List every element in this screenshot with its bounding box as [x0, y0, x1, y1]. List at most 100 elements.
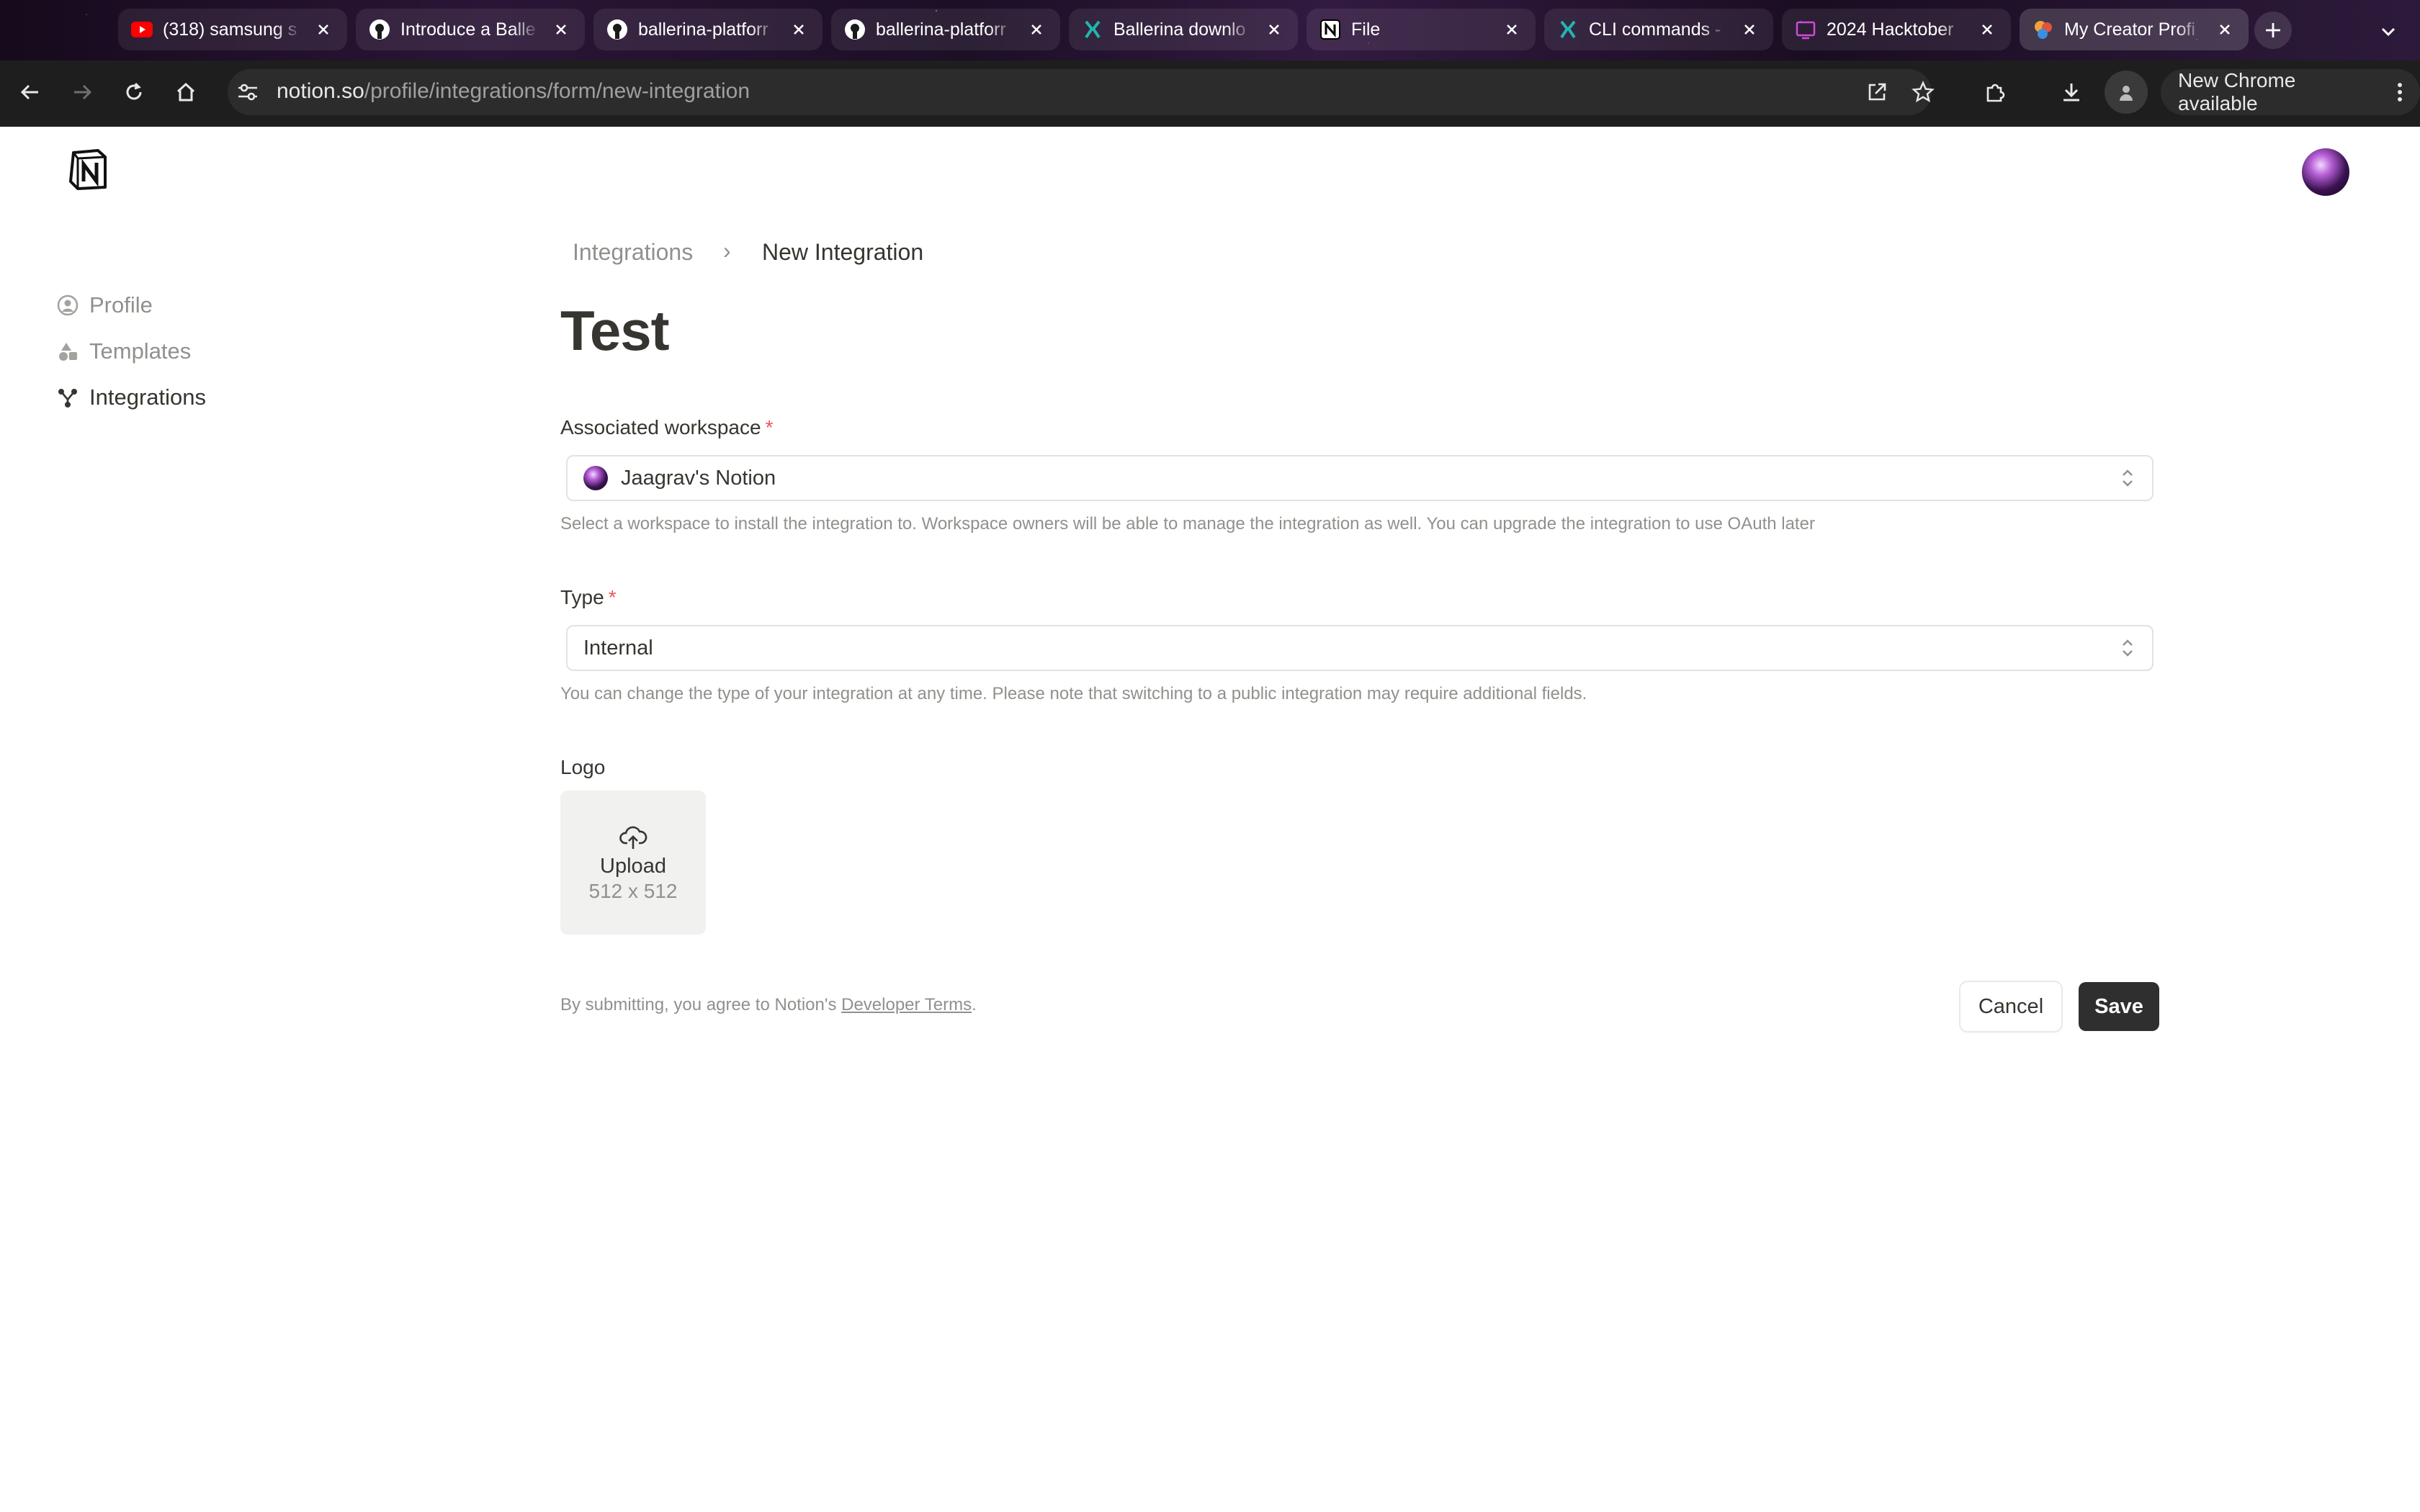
- required-mark: *: [608, 586, 617, 608]
- external-link-icon: [1868, 83, 1886, 101]
- star-icon: [1912, 81, 1935, 103]
- tab-title: 2024 Hacktober: [1827, 19, 1954, 40]
- breadcrumb-separator: ›: [723, 238, 731, 264]
- page-title[interactable]: Test: [560, 298, 670, 364]
- close-icon[interactable]: [1263, 19, 1285, 40]
- site-info-button[interactable]: [235, 79, 261, 105]
- close-icon[interactable]: [1739, 19, 1760, 40]
- logo-upload-button[interactable]: Upload 512 x 512: [560, 791, 706, 935]
- logo-label: Logo: [560, 756, 606, 778]
- workspace-icon: [583, 466, 608, 490]
- open-in-app-button[interactable]: [1855, 71, 1899, 114]
- hacktoberfest-icon: [1795, 19, 1816, 40]
- tab-title: My Creator Profi: [2064, 19, 2195, 40]
- bookmark-button[interactable]: [1901, 71, 1945, 114]
- close-icon[interactable]: [550, 19, 572, 40]
- workspace-label: Associated workspace *: [560, 416, 773, 439]
- downloads-button[interactable]: [2050, 71, 2093, 114]
- tab-title: Introduce a Balle: [400, 19, 536, 40]
- sidebar-item-label: Integrations: [89, 384, 206, 410]
- youtube-icon: [131, 19, 153, 40]
- profile-avatar-icon: [2120, 86, 2133, 101]
- browser-tab-active[interactable]: My Creator Profi: [2020, 9, 2249, 50]
- url-path: /profile/integrations/form/new-integrati…: [364, 79, 750, 103]
- workspace-value: Jaagrav's Notion: [621, 466, 776, 490]
- reload-icon: [126, 82, 142, 100]
- more-vert-icon: [2398, 83, 2403, 102]
- browser-tab[interactable]: Introduce a Balle: [356, 9, 585, 50]
- breadcrumb-current: New Integration: [762, 239, 924, 265]
- chrome-profile-button[interactable]: [2105, 71, 2148, 114]
- chrome-update-button[interactable]: New Chrome available: [2161, 69, 2420, 115]
- type-label: Type *: [560, 586, 617, 609]
- notion-creator-icon: [2033, 19, 2054, 40]
- tab-title: (318) samsung s: [163, 19, 297, 40]
- workspace-label-text: Associated workspace: [560, 416, 761, 438]
- workspace-select[interactable]: Jaagrav's Notion: [566, 455, 2154, 501]
- shapes-icon: [56, 340, 79, 363]
- sidebar-item-profile[interactable]: Profile: [56, 287, 153, 324]
- upload-label: Upload: [600, 854, 666, 878]
- extensions-button[interactable]: [1973, 71, 2017, 114]
- back-button[interactable]: [9, 71, 52, 114]
- url-text: notion.so/profile/integrations/form/new-…: [277, 79, 750, 104]
- type-select[interactable]: Internal: [566, 625, 2154, 671]
- browser-tab[interactable]: Ballerina downlo: [1069, 9, 1298, 50]
- puzzle-icon: [1986, 84, 2005, 102]
- forward-button[interactable]: [60, 71, 104, 114]
- home-icon: [176, 82, 195, 102]
- tab-title: File: [1351, 19, 1381, 40]
- close-icon[interactable]: [1026, 19, 1047, 40]
- github-icon: [369, 19, 390, 40]
- tune-icon: [238, 84, 257, 101]
- cloud-upload-icon: [619, 826, 647, 849]
- upload-size-hint: 512 x 512: [588, 879, 678, 902]
- tab-title: CLI commands -: [1589, 19, 1721, 40]
- chevron-down-icon: [2381, 27, 2396, 37]
- url-host: notion.so: [277, 79, 364, 103]
- type-helper-text: You can change the type of your integrat…: [560, 684, 1587, 703]
- terms-text: By submitting, you agree to Notion's Dev…: [560, 995, 977, 1015]
- tab-title: ballerina-platforr: [638, 19, 768, 40]
- terms-prefix: By submitting, you agree to Notion's: [560, 995, 842, 1014]
- save-button[interactable]: Save: [2079, 982, 2159, 1031]
- notion-logo[interactable]: [66, 147, 111, 192]
- reload-button[interactable]: [112, 71, 156, 114]
- workspace-helper-text: Select a workspace to install the integr…: [560, 514, 1815, 534]
- tab-title: ballerina-platforr: [876, 19, 1006, 40]
- integrations-icon: [56, 386, 79, 409]
- arrow-right-icon: [74, 84, 92, 100]
- type-label-text: Type: [560, 586, 604, 608]
- select-chevrons-icon: [2119, 636, 2136, 660]
- close-icon[interactable]: [2214, 19, 2236, 40]
- developer-terms-link[interactable]: Developer Terms: [841, 995, 972, 1014]
- browser-tab[interactable]: 2024 Hacktober: [1782, 9, 2011, 50]
- close-icon[interactable]: [788, 19, 810, 40]
- update-label: New Chrome available: [2178, 69, 2296, 114]
- new-tab-button[interactable]: [2254, 12, 2292, 49]
- breadcrumb-integrations-link[interactable]: Integrations: [573, 239, 693, 266]
- notion-icon: [1319, 19, 1341, 40]
- github-icon: [606, 19, 628, 40]
- notion-logo-icon: [69, 149, 107, 190]
- browser-tab[interactable]: ballerina-platforr: [593, 9, 823, 50]
- close-icon[interactable]: [1501, 19, 1523, 40]
- close-icon[interactable]: [313, 19, 334, 40]
- browser-tab[interactable]: ballerina-platforr: [831, 9, 1060, 50]
- close-icon[interactable]: [1976, 19, 1998, 40]
- home-button[interactable]: [164, 71, 207, 114]
- terms-suffix: .: [972, 995, 977, 1014]
- required-mark: *: [765, 416, 774, 438]
- select-chevrons-icon: [2119, 466, 2136, 490]
- github-icon: [844, 19, 866, 40]
- browser-tab[interactable]: (318) samsung s: [118, 9, 347, 50]
- tab-search-button[interactable]: [2374, 17, 2403, 46]
- browser-tab[interactable]: CLI commands -: [1544, 9, 1773, 50]
- cancel-button[interactable]: Cancel: [1960, 982, 2061, 1031]
- sidebar-item-templates[interactable]: Templates: [56, 333, 191, 370]
- sidebar-item-label: Templates: [89, 338, 192, 364]
- browser-tab[interactable]: File: [1307, 9, 1536, 50]
- user-avatar[interactable]: [2302, 148, 2349, 196]
- tab-title: Ballerina downlo: [1113, 19, 1246, 40]
- sidebar-item-integrations[interactable]: Integrations: [56, 379, 206, 416]
